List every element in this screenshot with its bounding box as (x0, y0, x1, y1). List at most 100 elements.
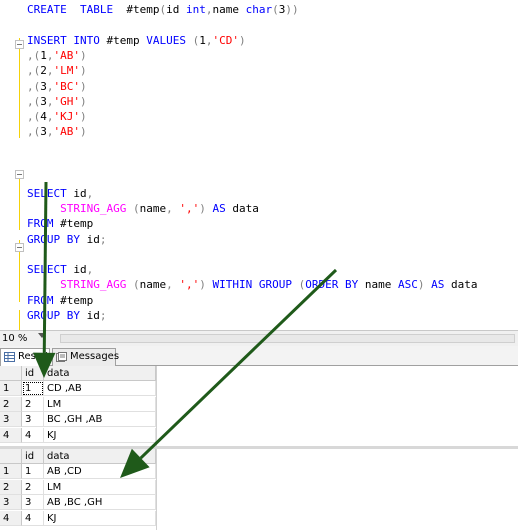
cell-id[interactable]: 2 (22, 396, 44, 412)
row-number[interactable]: 2 (0, 479, 22, 495)
grid-corner[interactable] (0, 449, 22, 464)
cell-data[interactable]: CD ,AB (44, 381, 156, 396)
results-grid-2[interactable]: id data 1 1 AB ,CD 2 2 LM 3 3 AB ,BC ,GH 4 4 KJ (0, 449, 518, 530)
code-token: ( (291, 278, 306, 292)
row-number[interactable]: 4 (0, 510, 22, 526)
code-token: char (245, 3, 273, 16)
code-token: ) (80, 79, 87, 93)
messages-icon (56, 352, 67, 362)
code-token: , (166, 201, 180, 215)
tab-messages[interactable]: Messages (52, 348, 120, 366)
code-line[interactable]: ,(2,'LM') (27, 63, 87, 78)
cell-id[interactable]: 3 (22, 495, 44, 510)
code-token: SELECT (27, 186, 67, 200)
cell-id[interactable]: 2 (22, 479, 44, 495)
code-token: , (86, 263, 94, 277)
code-token: 'GH' (53, 94, 81, 108)
column-header-id[interactable]: id (22, 366, 44, 381)
code-token: data (444, 278, 478, 292)
cell-data[interactable]: AB ,CD (44, 464, 156, 479)
cell-data[interactable]: AB ,BC ,GH (44, 495, 156, 510)
code-line[interactable]: INSERT INTO #temp VALUES (1,'CD') (27, 33, 246, 48)
code-token: name (212, 3, 239, 16)
code-line[interactable]: SELECT id, (27, 262, 93, 277)
code-token: SELECT (27, 263, 67, 277)
tab-results[interactable]: Results (0, 348, 54, 366)
code-token: ORDER (305, 278, 339, 292)
row-number[interactable]: 3 (0, 412, 22, 427)
code-token: INTO (73, 33, 100, 47)
code-token: 'AB' (53, 48, 81, 62)
code-token: #temp (99, 33, 147, 47)
row-number[interactable]: 3 (0, 495, 22, 510)
code-token: 3 (40, 79, 47, 93)
cell-id[interactable]: 1 (22, 381, 44, 396)
row-number[interactable]: 4 (0, 427, 22, 443)
code-token: ( (126, 278, 140, 292)
code-line[interactable]: ,(3,'GH') (27, 94, 87, 109)
code-token: ,( (27, 125, 41, 139)
tab-messages-label: Messages (70, 351, 120, 362)
code-token: CREATE (27, 3, 67, 16)
code-token: name (358, 278, 398, 292)
query-editor[interactable]: CREATE TABLE #temp(id int,name char(3)) I… (0, 0, 518, 330)
code-line[interactable]: CREATE TABLE #temp(id int,name char(3)) (27, 2, 299, 17)
code-line[interactable]: GROUP BY id; (27, 308, 107, 323)
zoom-level[interactable]: 10 % (2, 332, 27, 345)
collapse-icon[interactable] (15, 243, 24, 252)
code-line[interactable]: ,(3,'BC') (27, 79, 87, 94)
horizontal-scrollbar[interactable] (60, 334, 515, 343)
code-line[interactable]: ,(1,'AB') (27, 48, 87, 63)
cell-id[interactable]: 3 (22, 412, 44, 427)
editor-status-bar: 10 % (0, 330, 518, 346)
code-token: ( (272, 3, 279, 16)
collapse-icon[interactable] (15, 170, 24, 179)
code-token: 2 (40, 64, 47, 78)
collapse-icon[interactable] (15, 40, 24, 49)
code-token: ) (238, 33, 246, 47)
code-line[interactable]: ,(3,'AB') (27, 124, 87, 139)
cell-data[interactable]: KJ (44, 427, 156, 443)
cell-id[interactable]: 4 (22, 510, 44, 526)
code-token: GROUP (27, 232, 61, 246)
code-line[interactable]: STRING_AGG (name, ',') AS data (27, 201, 259, 216)
grid-edge (156, 449, 157, 530)
code-line[interactable]: FROM #temp (27, 293, 93, 308)
code-token: ',' (179, 278, 200, 292)
code-line[interactable]: ,(4,'KJ') (27, 109, 87, 124)
cell-id[interactable]: 4 (22, 427, 44, 443)
results-grid-1[interactable]: id data 1 1 CD ,AB 2 2 LM 3 3 BC ,GH ,AB 4 4 KJ (0, 366, 518, 446)
row-number[interactable]: 2 (0, 396, 22, 412)
cell-data[interactable]: LM (44, 396, 156, 412)
code-token: 'BC' (53, 79, 81, 93)
cell-data[interactable]: KJ (44, 510, 156, 526)
code-token: ) (199, 201, 213, 215)
code-token: AS (431, 278, 445, 292)
code-token: , (46, 79, 54, 93)
cell-data[interactable]: LM (44, 479, 156, 495)
column-header-data[interactable]: data (44, 366, 156, 381)
code-line[interactable]: GROUP BY id; (27, 232, 107, 247)
code-token: ) (80, 125, 87, 139)
row-number[interactable]: 1 (0, 381, 22, 396)
code-token: 'AB' (53, 125, 81, 139)
code-token: ,( (27, 64, 41, 78)
code-token: )) (285, 3, 299, 16)
chevron-down-icon[interactable] (38, 333, 46, 338)
code-token: ,( (27, 94, 41, 108)
code-line[interactable]: FROM #temp (27, 216, 93, 231)
code-token: int (185, 3, 206, 16)
cell-data[interactable]: BC ,GH ,AB (44, 412, 156, 427)
code-token: ,( (27, 110, 41, 124)
cell-id[interactable]: 1 (22, 464, 44, 479)
code-line[interactable]: STRING_AGG (name, ',') WITHIN GROUP (ORD… (27, 277, 477, 292)
column-header-data[interactable]: data (44, 449, 156, 464)
column-header-id[interactable]: id (22, 449, 44, 464)
row-number[interactable]: 1 (0, 464, 22, 479)
code-line[interactable]: SELECT id, (27, 186, 93, 201)
grid-corner[interactable] (0, 366, 22, 381)
